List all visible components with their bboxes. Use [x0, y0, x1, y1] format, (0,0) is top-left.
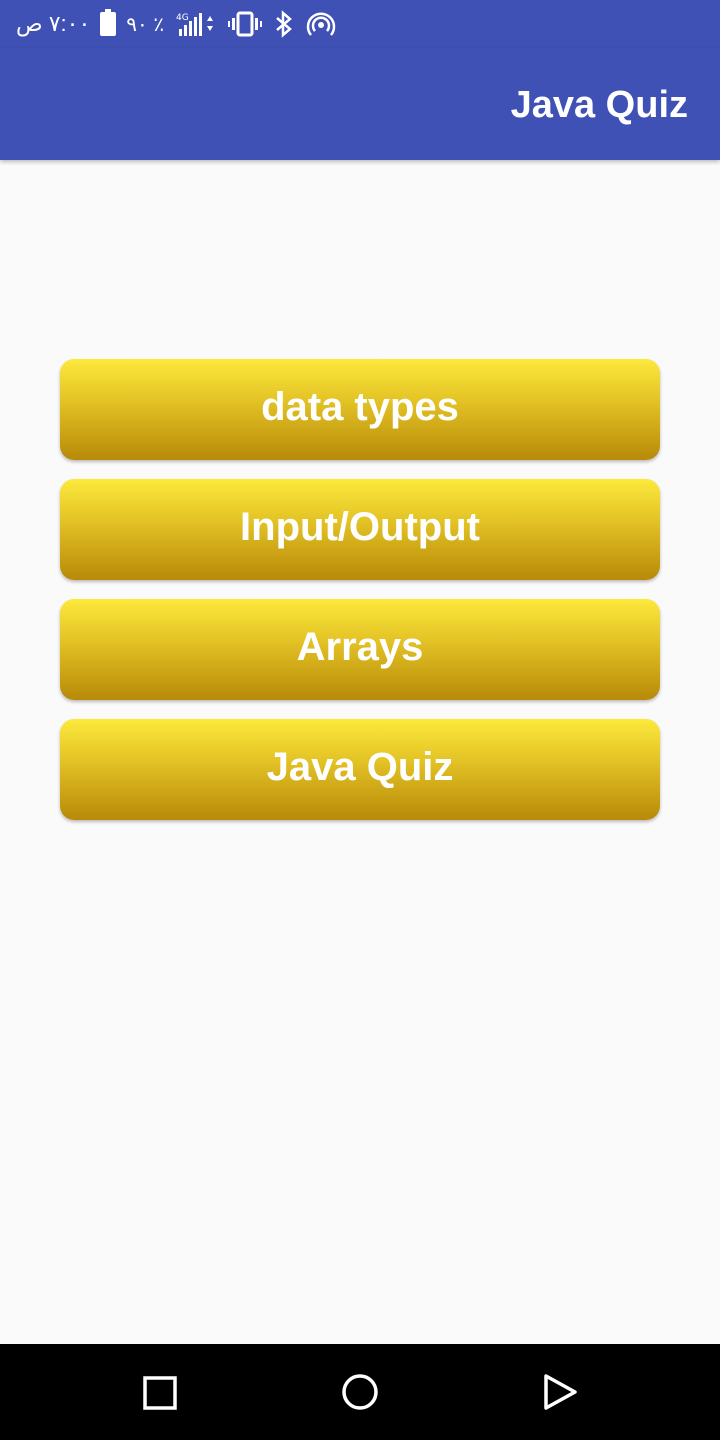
app-bar: Java Quiz	[0, 48, 720, 160]
java-quiz-button[interactable]: Java Quiz	[60, 719, 660, 820]
arrays-button[interactable]: Arrays	[60, 599, 660, 700]
home-icon[interactable]	[340, 1372, 380, 1412]
app-title: Java Quiz	[510, 84, 688, 126]
hotspot-icon	[306, 10, 336, 38]
back-icon[interactable]	[540, 1372, 580, 1412]
status-time: ٧:٠٠ ص	[16, 11, 91, 36]
recent-apps-icon[interactable]	[140, 1372, 180, 1412]
nav-bar	[0, 1344, 720, 1440]
status-icons: 4G	[176, 10, 336, 38]
signal-4g-icon: 4G	[176, 11, 216, 37]
battery-icon	[100, 9, 117, 36]
vibrate-icon	[228, 11, 263, 37]
svg-text:4G: 4G	[176, 13, 189, 23]
data-types-button[interactable]: data types	[60, 359, 660, 460]
bluetooth-icon	[274, 10, 294, 38]
battery-percent: ٩٠ ٪	[126, 13, 165, 36]
status-left: ٧:٠٠ ص ٩٠ ٪	[0, 9, 165, 37]
menu: data types Input/Output Arrays Java Quiz	[60, 359, 660, 839]
status-bar: ٧:٠٠ ص ٩٠ ٪ 4G	[0, 0, 720, 48]
input-output-button[interactable]: Input/Output	[60, 479, 660, 580]
